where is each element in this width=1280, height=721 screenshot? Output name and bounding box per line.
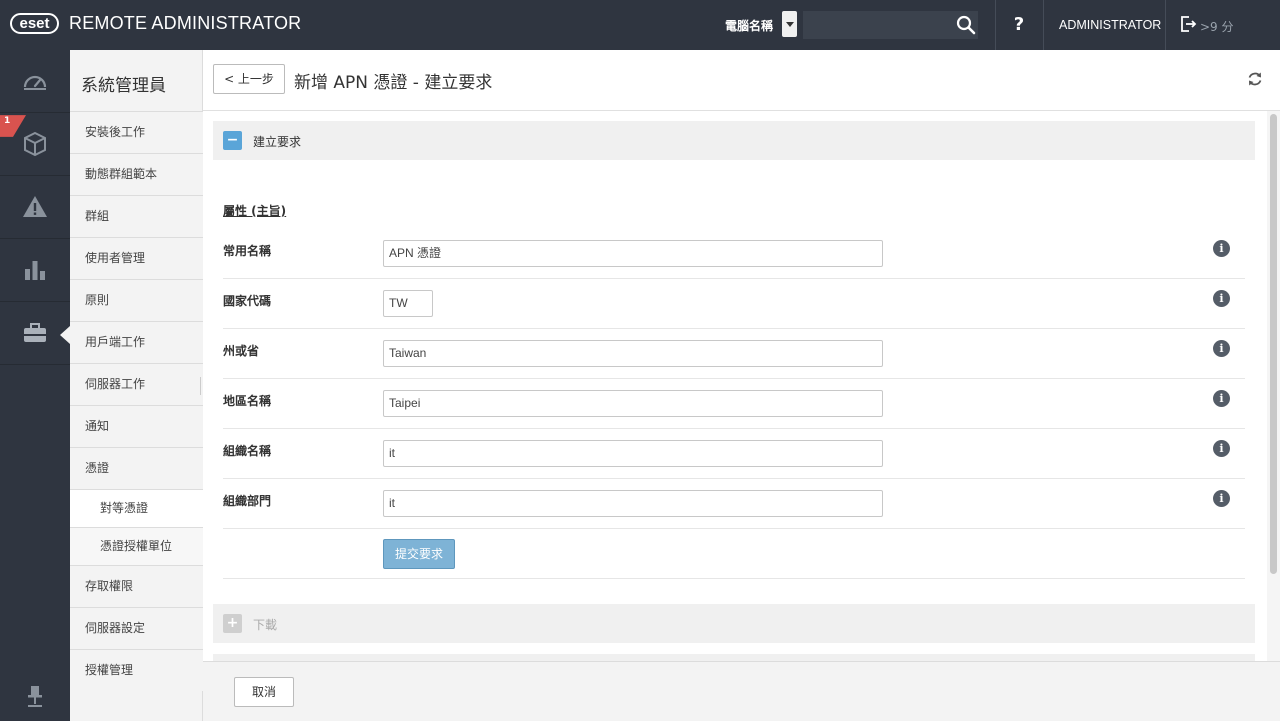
page-header: < 上一步 新增 APN 憑證 - 建立要求 [203, 50, 1280, 111]
topbar-divider [995, 0, 996, 50]
locality-label: 地區名稱 [223, 394, 272, 408]
state-province-label: 州或省 [223, 344, 260, 358]
refresh-icon[interactable] [1247, 71, 1263, 87]
scrollbar-thumb[interactable] [1270, 114, 1277, 574]
section-download-header[interactable]: + 下載 [213, 604, 1255, 643]
eset-logo: eset [10, 13, 59, 34]
dashboard-icon [23, 75, 47, 90]
topbar-divider [1165, 0, 1166, 50]
form-row-country-code: 國家代碼 TW i [223, 279, 1245, 329]
pin-icon[interactable] [26, 684, 44, 708]
organizational-unit-input[interactable]: it [383, 490, 883, 517]
top-bar: eset REMOTE ADMINISTRATOR 電腦名稱 ? ADMINIS… [0, 0, 1280, 50]
section-create-request-title: 建立要求 [253, 135, 302, 149]
organization-input[interactable]: it [383, 440, 883, 467]
reports-icon [25, 261, 45, 280]
expand-section-button[interactable]: + [223, 614, 242, 633]
country-code-input[interactable]: TW [383, 290, 433, 317]
form-row-locality: 地區名稱 Taipei i [223, 379, 1245, 429]
back-button[interactable]: < 上一步 [213, 64, 285, 94]
subnav-item-groups[interactable]: 群組 [70, 195, 203, 237]
help-button[interactable]: ? [1005, 11, 1033, 39]
page-title: 新增 APN 憑證 - 建立要求 [294, 73, 493, 93]
page-footer: 取消 [203, 661, 1280, 721]
info-icon[interactable]: i [1213, 290, 1230, 307]
admin-icon [24, 323, 46, 342]
attributes-subject-title: 屬性 (主旨) [223, 204, 287, 218]
logout-icon[interactable] [1179, 15, 1197, 33]
cancel-button[interactable]: 取消 [234, 677, 294, 707]
common-name-input[interactable]: APN 憑證 [383, 240, 883, 267]
form-row-organization: 組織名稱 it i [223, 429, 1245, 479]
app-title: REMOTE ADMINISTRATOR [69, 13, 302, 33]
nav-admin[interactable] [0, 302, 70, 365]
info-icon[interactable]: i [1213, 490, 1230, 507]
subnav-item-notifications[interactable]: 通知 [70, 405, 203, 447]
notification-badge: 1 [4, 116, 11, 126]
subnav-item-client-tasks[interactable]: 用戶端工作 [70, 321, 203, 363]
subnav-item-certification-authorities[interactable]: 憑證授權單位 [70, 527, 203, 565]
organization-label: 組織名稱 [223, 444, 272, 458]
session-timer: >9 分 [1200, 20, 1234, 34]
subnav-item-policies[interactable]: 原則 [70, 279, 203, 321]
subnav-list: 安裝後工作 動態群組範本 群組 使用者管理 原則 用戶端工作 伺服器工作 通知 … [70, 111, 203, 691]
divider [223, 578, 1245, 579]
subnav-title: 系統管理員 [81, 76, 166, 96]
info-icon[interactable]: i [1213, 390, 1230, 407]
nav-dashboard[interactable] [0, 50, 70, 113]
submit-request-button[interactable]: 提交要求 [383, 539, 455, 569]
active-nav-pointer [60, 326, 70, 344]
subnav-item-dynamic-group-templates[interactable]: 動態群組範本 [70, 153, 203, 195]
country-code-label: 國家代碼 [223, 294, 272, 308]
subnav-item-post-install-tasks[interactable]: 安裝後工作 [70, 111, 203, 153]
subnav-item-access-rights[interactable]: 存取權限 [70, 565, 203, 607]
section-create-request-header[interactable]: − 建立要求 [213, 121, 1255, 160]
subnav-item-server-tasks[interactable]: 伺服器工作 [70, 363, 203, 405]
form-row-state-province: 州或省 Taiwan i [223, 329, 1245, 379]
form-row-organizational-unit: 組織部門 it i [223, 479, 1245, 529]
search-scope-label[interactable]: 電腦名稱 [725, 17, 773, 34]
common-name-label: 常用名稱 [223, 244, 272, 258]
admin-subnav: 系統管理員 安裝後工作 動態群組範本 群組 使用者管理 原則 用戶端工作 伺服器… [70, 50, 203, 721]
subnav-item-server-settings[interactable]: 伺服器設定 [70, 607, 203, 649]
info-icon[interactable]: i [1213, 440, 1230, 457]
nav-computers[interactable]: 1 [0, 113, 70, 176]
user-name[interactable]: ADMINISTRATOR [1059, 18, 1161, 32]
topbar-divider [1043, 0, 1044, 50]
search-scope-dropdown[interactable] [782, 11, 797, 37]
nav-reports[interactable] [0, 239, 70, 302]
organizational-unit-label: 組織部門 [223, 494, 272, 508]
locality-input[interactable]: Taipei [383, 390, 883, 417]
next-section-header [213, 654, 1255, 661]
collapse-section-button[interactable]: − [223, 131, 242, 150]
info-icon[interactable]: i [1213, 340, 1230, 357]
content-area: − 建立要求 屬性 (主旨) 常用名稱 APN 憑證 i 國家代碼 TW i 州… [203, 111, 1267, 661]
threats-icon [23, 196, 47, 217]
form-row-common-name: 常用名稱 APN 憑證 i [223, 229, 1245, 279]
search-icon[interactable] [955, 14, 977, 36]
nav-threats[interactable] [0, 176, 70, 239]
subnav-item-license-management[interactable]: 授權管理 [70, 649, 203, 691]
subnav-item-certificates[interactable]: 憑證 [70, 447, 203, 489]
main-nav-rail: 1 [0, 50, 70, 721]
state-province-input[interactable]: Taiwan [383, 340, 883, 367]
subnav-item-peer-certificates[interactable]: 對等憑證 [70, 489, 203, 527]
info-icon[interactable]: i [1213, 240, 1230, 257]
content-scrollbar[interactable] [1267, 111, 1280, 661]
subnav-item-user-management[interactable]: 使用者管理 [70, 237, 203, 279]
section-download-title: 下載 [253, 618, 278, 632]
search-input[interactable] [803, 11, 978, 39]
